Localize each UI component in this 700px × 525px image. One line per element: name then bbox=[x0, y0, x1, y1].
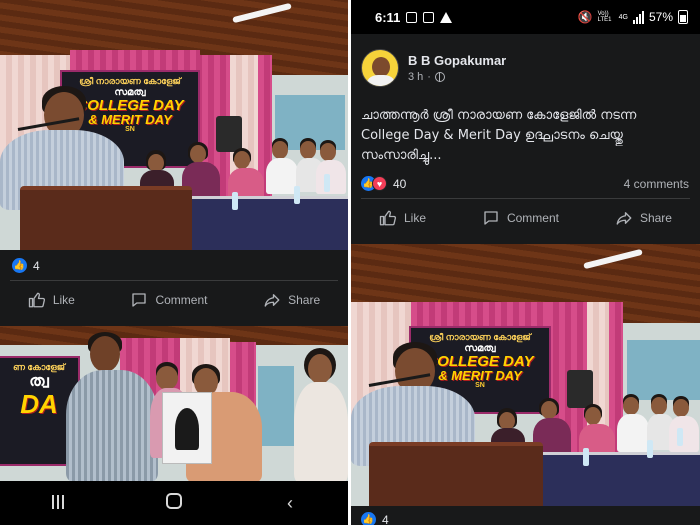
gallery-notification-icon bbox=[406, 11, 418, 23]
post-time[interactable]: 3 h bbox=[408, 71, 423, 83]
separator-dot: · bbox=[427, 71, 431, 83]
banner-college-name: ശ്രീ നാരായണ കോളേജ് bbox=[79, 76, 181, 86]
like-button[interactable]: Like bbox=[28, 291, 75, 309]
comment-icon bbox=[484, 211, 498, 225]
top-post-actions: Like Comment Share bbox=[0, 286, 348, 314]
back-button[interactable]: ‹ bbox=[270, 493, 310, 514]
battery-percent: 57% bbox=[648, 10, 673, 24]
left-screenshot-pane: ശ്രീ നാരായണ കോളേജ് സമത്വ COLLEGE DAY & M… bbox=[0, 0, 348, 525]
like-button-label: Like bbox=[403, 211, 426, 225]
like-reaction-icon: 👍 bbox=[361, 512, 376, 525]
post-text-line: ചാത്തന്നൂർ ശ്രീ നാരായണ കോളേജിൽ നടന്ന bbox=[361, 108, 637, 123]
water-bottle bbox=[324, 174, 330, 192]
divider bbox=[10, 280, 338, 281]
book-cover bbox=[162, 392, 212, 464]
water-bottle bbox=[677, 428, 683, 446]
author-info: B B Gopakumar 3 h · bbox=[408, 53, 506, 83]
post-photo-book-release[interactable]: ണ കോളേജ് ത്വ DA bbox=[0, 326, 348, 481]
podium bbox=[20, 186, 192, 250]
battery-icon bbox=[678, 10, 688, 24]
back-chevron-icon: ‹ bbox=[287, 492, 293, 513]
author-name[interactable]: B B Gopakumar bbox=[408, 53, 506, 68]
divider bbox=[361, 198, 690, 199]
window bbox=[258, 366, 294, 446]
comment-icon bbox=[132, 293, 147, 307]
post-photo-stage[interactable]: ശ്രീ നാരായണ കോളേജ് സമത്വ COLLEGE DAY & M… bbox=[0, 0, 348, 250]
top-post-reactions[interactable]: 👍 4 bbox=[12, 258, 40, 273]
android-navigation-bar: ‹ bbox=[0, 481, 348, 525]
status-bar: 6:11 🔇 Vo)) LTE1 4G 57% bbox=[351, 0, 700, 34]
share-button[interactable]: Share bbox=[263, 291, 320, 309]
post-meta: 3 h · bbox=[408, 71, 506, 83]
comments-count-link[interactable]: 4 comments bbox=[624, 177, 689, 191]
like-button[interactable]: Like bbox=[379, 209, 426, 227]
water-bottle bbox=[647, 440, 653, 458]
share-button[interactable]: Share bbox=[615, 209, 672, 227]
post-actions: Like Comment Share bbox=[351, 204, 700, 232]
share-icon bbox=[264, 294, 280, 307]
post-text: ചാത്തന്നൂർ ശ്രീ നാരായണ കോളേജിൽ നടന്ന Col… bbox=[361, 106, 691, 166]
bottom-post-reactions-count: 4 bbox=[382, 512, 389, 525]
network-label: Vo)) LTE1 bbox=[597, 11, 612, 23]
stage-table bbox=[180, 196, 348, 250]
thumbs-up-icon bbox=[28, 292, 45, 308]
recent-apps-button[interactable] bbox=[38, 493, 78, 514]
thumbs-up-icon bbox=[379, 210, 397, 226]
status-right: 🔇 Vo)) LTE1 4G 57% bbox=[578, 10, 688, 24]
share-button-label: Share bbox=[288, 293, 321, 307]
home-icon bbox=[166, 492, 182, 509]
like-button-label: Like bbox=[52, 293, 75, 307]
right-screenshot-pane: 6:11 🔇 Vo)) LTE1 4G 57% B B Gopakumar 3 … bbox=[351, 0, 700, 525]
comment-button-label: Comment bbox=[155, 293, 208, 307]
bottom-post-reactions[interactable]: 👍 4 bbox=[361, 512, 389, 525]
comment-button[interactable]: Comment bbox=[130, 291, 207, 309]
post-header: B B Gopakumar 3 h · bbox=[361, 49, 506, 87]
water-bottle bbox=[294, 186, 300, 204]
post-reactions[interactable]: 👍 ♥ 40 bbox=[361, 176, 406, 191]
mute-icon: 🔇 bbox=[577, 10, 593, 24]
share-button-label: Share bbox=[639, 211, 672, 225]
globe-icon bbox=[434, 72, 445, 82]
comment-button-label: Comment bbox=[506, 211, 559, 225]
loudspeaker bbox=[216, 116, 242, 152]
status-left: 6:11 bbox=[375, 9, 453, 25]
post-reactions-count: 40 bbox=[393, 176, 407, 191]
stage-table bbox=[531, 452, 700, 506]
image-notification-icon bbox=[423, 11, 435, 23]
warning-icon bbox=[440, 11, 453, 23]
home-button[interactable] bbox=[154, 492, 194, 514]
post-text-line: സംസാരിച്ചു... bbox=[361, 148, 442, 163]
love-reaction-icon: ♥ bbox=[372, 176, 387, 191]
recent-apps-icon bbox=[52, 494, 64, 509]
share-icon bbox=[616, 212, 632, 225]
like-reaction-icon: 👍 bbox=[12, 258, 27, 273]
water-bottle bbox=[232, 192, 238, 210]
comment-button[interactable]: Comment bbox=[482, 209, 559, 227]
author-avatar[interactable] bbox=[361, 49, 399, 87]
banner-partial-title: ണ കോളേജ് bbox=[12, 362, 65, 372]
top-post-reactions-count: 4 bbox=[33, 258, 40, 273]
podium bbox=[369, 442, 543, 506]
water-bottle bbox=[583, 448, 589, 466]
network-type: 4G bbox=[618, 13, 628, 21]
banner-college-name: ശ്രീ നാരായണ കോളേജ് bbox=[429, 332, 531, 342]
post-text-line: College Day & Merit Day ഉദ്ഘാടനം ചെയ്തു bbox=[361, 128, 623, 143]
loudspeaker bbox=[567, 370, 593, 408]
status-time: 6:11 bbox=[375, 9, 401, 25]
signal-bars-icon bbox=[632, 10, 644, 24]
window bbox=[627, 340, 700, 400]
post-photo-stage-main[interactable]: ശ്രീ നാരായണ കോളേജ് സമത്വ COLLEGE DAY & M… bbox=[351, 244, 700, 506]
